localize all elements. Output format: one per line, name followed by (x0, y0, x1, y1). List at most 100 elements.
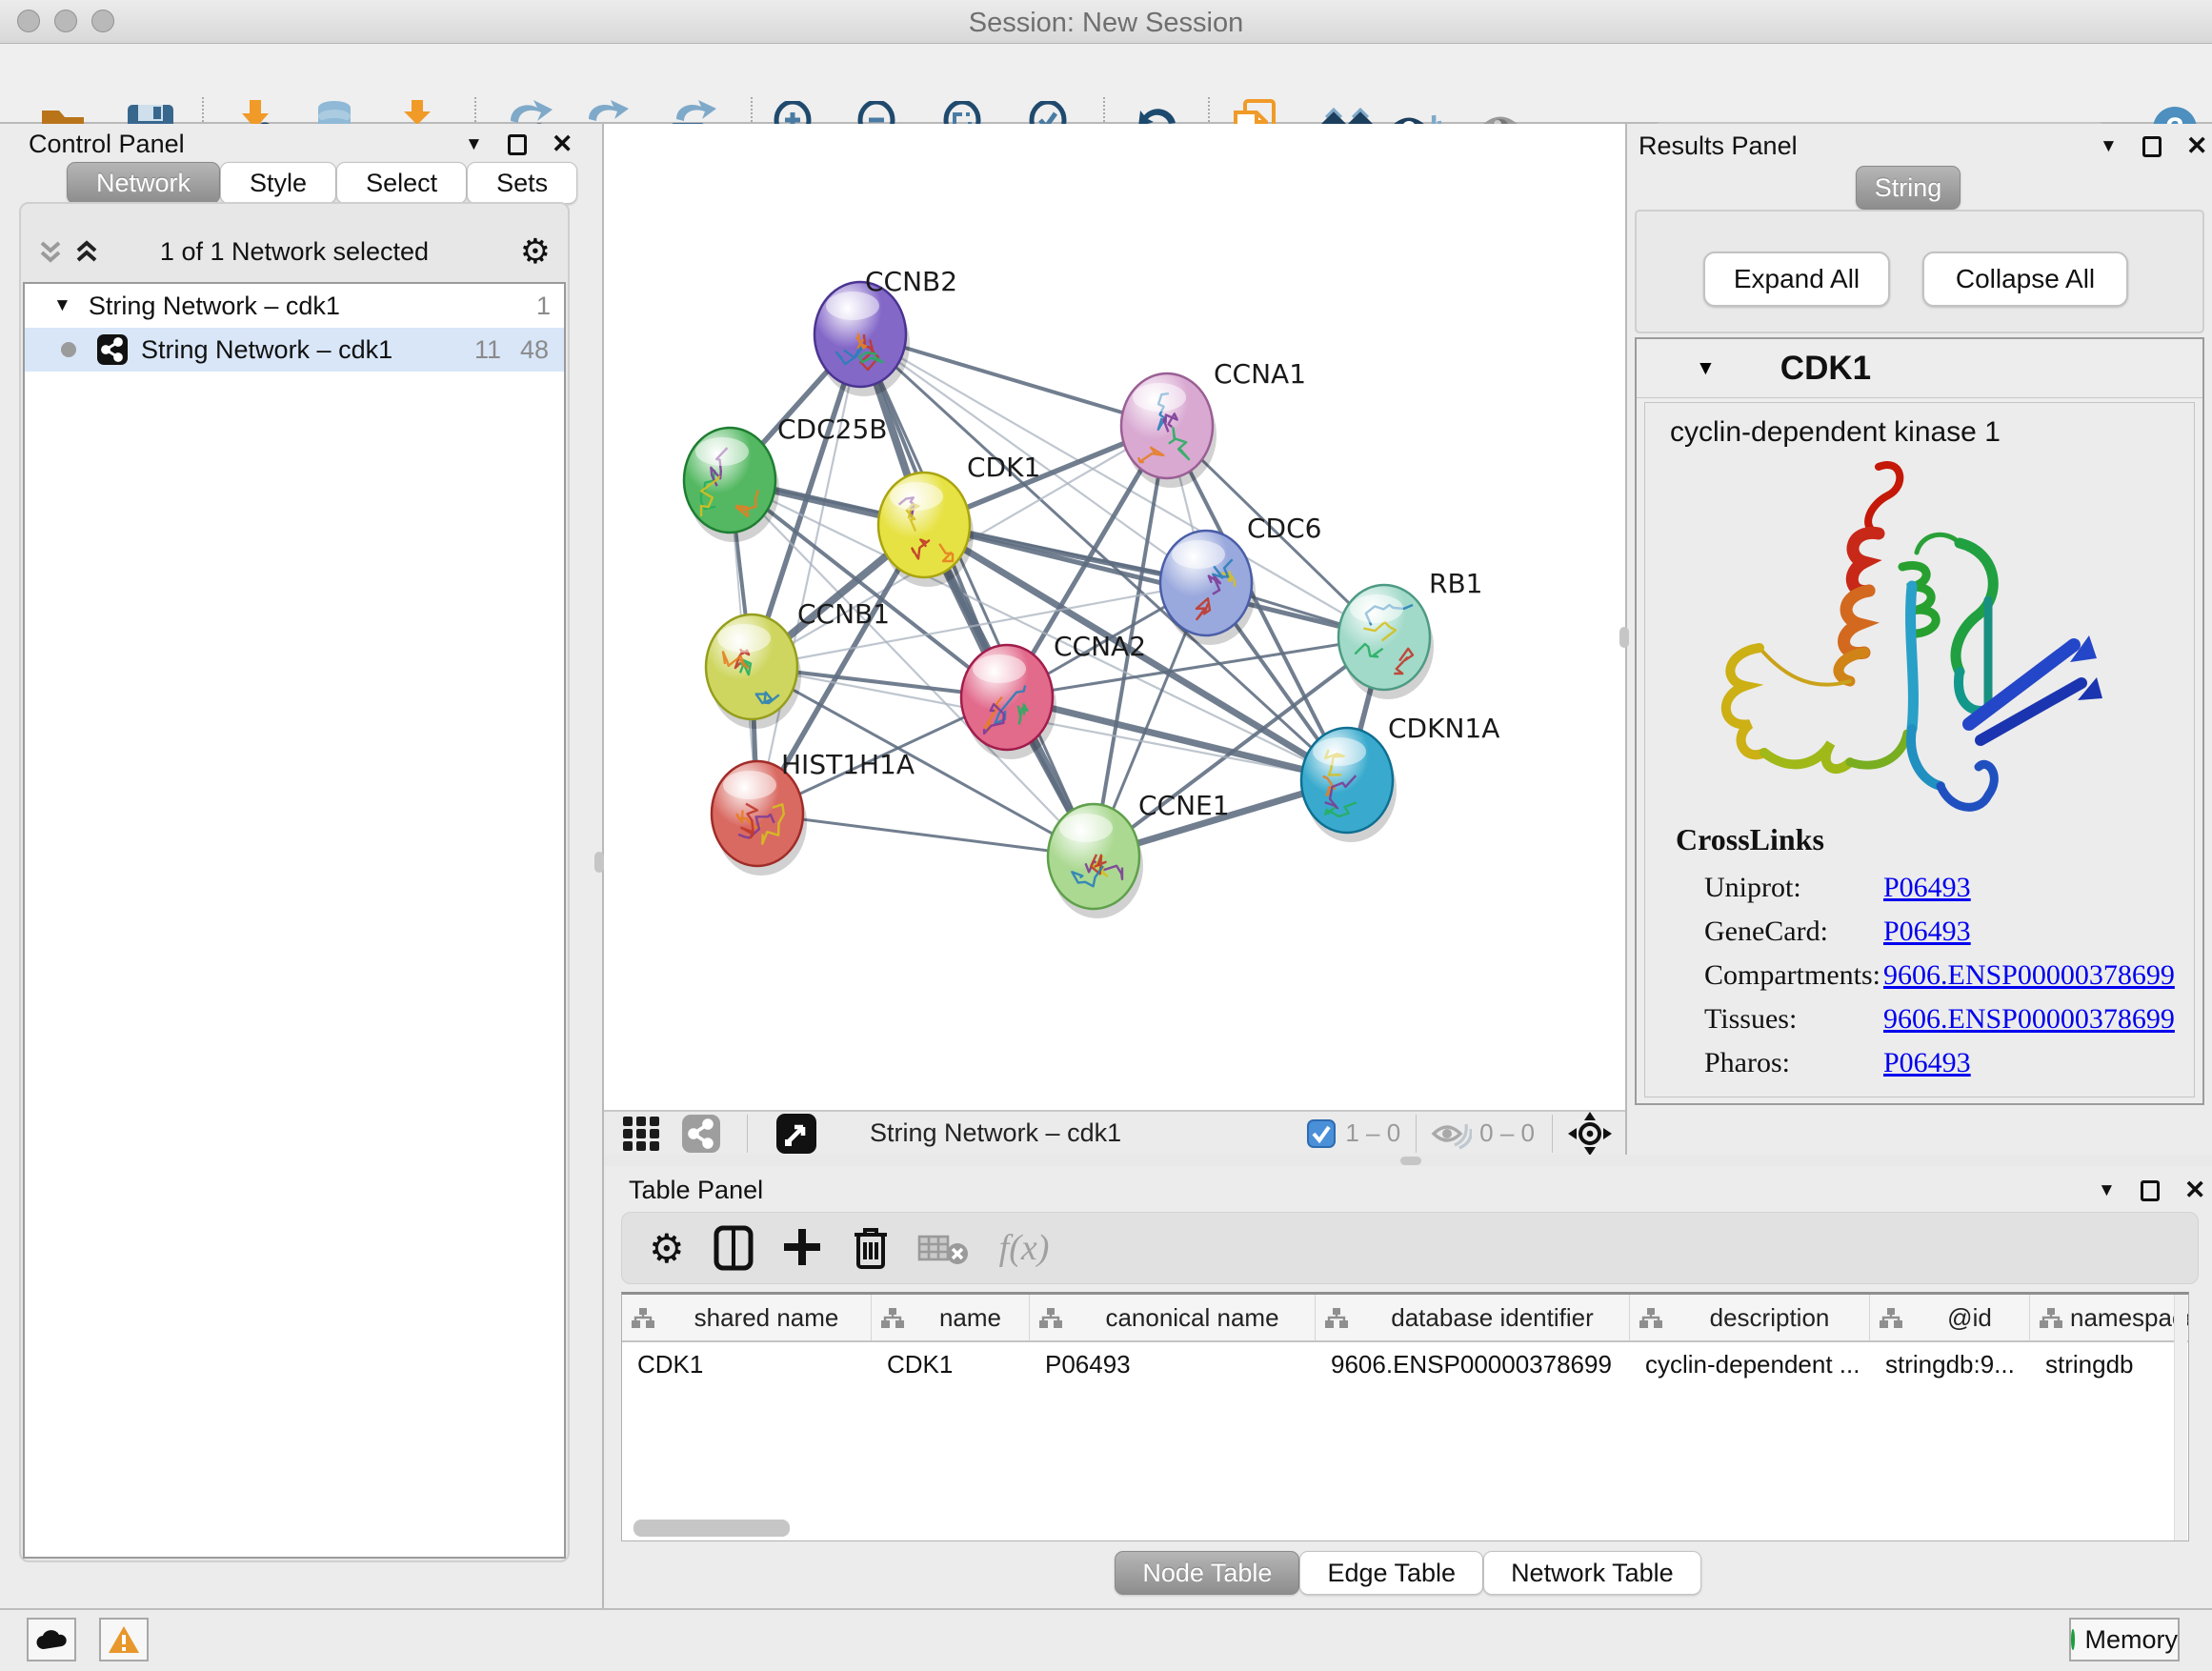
birdseye-toggle-icon[interactable] (776, 1114, 816, 1154)
splitter-handle[interactable] (1400, 1157, 1421, 1165)
node-count: 11 (474, 335, 501, 365)
network-list: ▼ String Network – cdk1 1 String Network… (23, 282, 566, 1559)
network-collection-row[interactable]: ▼ String Network – cdk1 1 (25, 284, 564, 328)
cell-namespace[interactable]: stringdb (2030, 1342, 2189, 1386)
tab-node-table[interactable]: Node Table (1115, 1551, 1299, 1595)
cloud-button[interactable] (27, 1618, 76, 1661)
attribute-type-icon (881, 1308, 904, 1328)
close-panel-icon[interactable]: ✕ (552, 130, 573, 159)
network-row-selected[interactable]: String Network – cdk1 11 48 (25, 328, 564, 372)
column-header-shared-name[interactable]: shared name (622, 1295, 872, 1340)
crosslink-value-link[interactable]: 9606.ENSP00000378699 (1883, 1003, 2175, 1036)
tab-network-table[interactable]: Network Table (1483, 1551, 1701, 1595)
crosslink-value-link[interactable]: P06493 (1883, 916, 1971, 948)
network-node-HIST1H1A[interactable]: HIST1H1A (712, 749, 915, 876)
column-header-database-identifier[interactable]: database identifier (1316, 1295, 1630, 1340)
tab-edge-table[interactable]: Edge Table (1299, 1551, 1483, 1595)
memory-button[interactable]: Memory (2069, 1618, 2180, 1661)
table-panel-title: Table Panel (629, 1176, 763, 1205)
tree-expander-icon[interactable]: ▼ (53, 295, 71, 316)
delete-table-icon[interactable] (917, 1231, 971, 1265)
control-panel-title: Control Panel (29, 130, 185, 159)
collapse-all-button[interactable]: Collapse All (1922, 252, 2128, 307)
right-splitter-handle[interactable] (1619, 627, 1629, 648)
cell-canonical-name[interactable]: P06493 (1030, 1342, 1316, 1386)
crosslink-value-link[interactable]: P06493 (1883, 872, 1971, 904)
separator (747, 1115, 748, 1153)
gene-details: cyclin-dependent kinase 1 (1644, 402, 2195, 1097)
network-row-label: String Network – cdk1 (141, 335, 392, 365)
network-node-CCNA1[interactable]: CCNA1 (1121, 358, 1306, 488)
main-toolbar: ? (0, 44, 2212, 124)
network-edge-ccnb2-hist1h1a[interactable] (757, 334, 860, 814)
network-options-gear-icon[interactable]: ⚙ (520, 232, 551, 272)
tab-sets[interactable]: Sets (467, 162, 577, 204)
network-node-CCNB2[interactable]: CCNB2 (814, 266, 957, 396)
tab-network[interactable]: Network (67, 162, 220, 204)
warning-button[interactable] (99, 1618, 149, 1661)
horizontal-splitter[interactable] (604, 1155, 2212, 1166)
tab-select[interactable]: Select (336, 162, 467, 204)
horizontal-scrollbar-thumb[interactable] (633, 1520, 790, 1537)
column-header-name[interactable]: name (872, 1295, 1030, 1340)
function-builder-icon[interactable]: f(x) (999, 1227, 1050, 1269)
table-row[interactable]: CDK1CDK1P064939606.ENSP00000378699cyclin… (622, 1342, 2188, 1386)
network-node-CCNA2[interactable]: CCNA2 (961, 631, 1146, 759)
crosslink-value-link[interactable]: 9606.ENSP00000378699 (1883, 959, 2175, 992)
results-panel: Results Panel ▼ ✕ String Expand All Coll… (1625, 124, 2212, 1155)
column-header--id[interactable]: @id (1870, 1295, 2030, 1340)
memory-status-dot-icon (2071, 1629, 2075, 1650)
cell-name[interactable]: CDK1 (872, 1342, 1030, 1386)
network-node-CDKN1A[interactable]: CDKN1A (1301, 713, 1499, 842)
vertical-scrollbar-track[interactable] (2174, 1295, 2187, 1540)
selected-checkbox-icon[interactable] (1307, 1119, 1336, 1148)
network-node-CDC6[interactable]: CDC6 (1160, 513, 1321, 645)
network-node-CCNE1[interactable]: CCNE1 (1048, 790, 1230, 918)
column-header-description[interactable]: description (1630, 1295, 1870, 1340)
column-header-namespace[interactable]: namespace (2030, 1295, 2189, 1340)
crosslink-value-link[interactable]: P06493 (1883, 1047, 1971, 1079)
delete-column-icon[interactable] (853, 1225, 889, 1271)
network-node-CCNB1[interactable]: CCNB1 (706, 598, 890, 729)
table-panel: Table Panel ▼ ✕ ⚙ f(x) shared namenameca… (604, 1166, 2212, 1608)
cell-shared-name[interactable]: CDK1 (622, 1342, 872, 1386)
network-node-label: CDC6 (1247, 513, 1321, 544)
grid-view-icon[interactable] (621, 1115, 663, 1153)
crosslink-label: Uniprot: (1704, 872, 1883, 904)
crosslink-row: Pharos:P06493 (1704, 1041, 2181, 1085)
collapse-panel-icon[interactable]: ▼ (2100, 136, 2118, 157)
results-actions-box: Expand All Collapse All (1635, 210, 2204, 333)
float-panel-icon[interactable] (2141, 1180, 2160, 1201)
network-node-RB1[interactable]: RB1 (1338, 568, 1482, 699)
left-splitter-handle[interactable] (594, 852, 604, 873)
fit-crosshair-icon[interactable] (1568, 1112, 1612, 1156)
share-view-icon[interactable] (682, 1115, 720, 1153)
collapse-panel-icon[interactable]: ▼ (465, 134, 483, 155)
tab-style[interactable]: Style (220, 162, 336, 204)
column-header-canonical-name[interactable]: canonical name (1030, 1295, 1316, 1340)
collapse-panel-icon[interactable]: ▼ (2098, 1180, 2116, 1201)
float-panel-icon[interactable] (508, 134, 527, 155)
cell--id[interactable]: stringdb:9... (1870, 1342, 2030, 1386)
tab-string[interactable]: String (1856, 166, 1961, 210)
network-selection-status: 1 of 1 Network selected (21, 237, 568, 267)
cloud-icon (35, 1628, 68, 1651)
float-panel-icon[interactable] (2142, 136, 2162, 157)
gene-symbol: CDK1 (1780, 350, 1871, 388)
cell-database-identifier[interactable]: 9606.ENSP00000378699 (1316, 1342, 1630, 1386)
network-node-label: CCNB2 (865, 266, 957, 297)
close-panel-icon[interactable]: ✕ (2186, 131, 2208, 161)
gene-collapse-icon[interactable]: ▼ (1696, 357, 1716, 380)
network-collection-label: String Network – cdk1 (89, 292, 340, 321)
close-panel-icon[interactable]: ✕ (2184, 1176, 2206, 1205)
show-columns-icon[interactable] (714, 1225, 754, 1271)
crosslink-label: Pharos: (1704, 1047, 1883, 1079)
network-edge-hist1h1a-ccne1[interactable] (757, 814, 1094, 856)
expand-all-button[interactable]: Expand All (1703, 252, 1890, 307)
cell-description[interactable]: cyclin-dependent ... (1630, 1342, 1870, 1386)
add-column-icon[interactable] (782, 1227, 822, 1269)
settings-gear-icon[interactable]: ⚙ (649, 1225, 685, 1272)
network-view-canvas[interactable]: CCNB2CCNA1CDC25BCDK1CDC6RB1CCNB1CCNA2CDK… (604, 124, 1625, 1111)
attribute-type-icon (2040, 1308, 2062, 1328)
memory-label: Memory (2084, 1625, 2178, 1655)
